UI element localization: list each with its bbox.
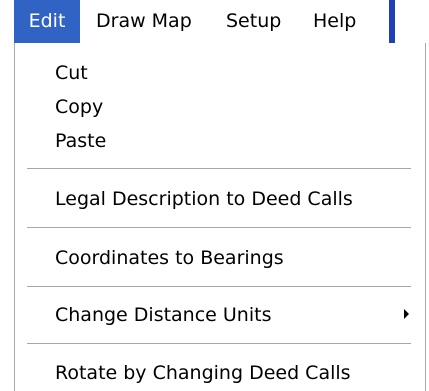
menu-item-paste[interactable]: Paste — [55, 127, 106, 155]
menu-item-rotate-by-changing-deed-calls[interactable]: Rotate by Changing Deed Calls — [55, 359, 351, 387]
menu-item-cut[interactable]: Cut — [55, 59, 88, 87]
menu-item-change-distance-units[interactable]: Change Distance Units — [55, 301, 271, 329]
menu-bar: Edit Draw Map Setup Help — [0, 0, 429, 43]
menu-item-legal-description[interactable]: Legal Description to Deed Calls — [55, 185, 353, 213]
menu-separator — [27, 343, 411, 345]
menu-edit[interactable]: Edit — [14, 0, 80, 43]
menu-separator — [27, 168, 411, 170]
menu-draw-map[interactable]: Draw Map — [96, 0, 192, 43]
menu-help[interactable]: Help — [313, 0, 356, 43]
menubar-edge — [389, 0, 395, 43]
menu-item-copy[interactable]: Copy — [55, 93, 103, 121]
chevron-right-icon — [404, 309, 409, 319]
edit-dropdown-menu: Cut Copy Paste Legal Description to Deed… — [14, 43, 426, 391]
menu-separator — [27, 227, 411, 229]
menu-separator — [27, 286, 411, 288]
menu-setup[interactable]: Setup — [226, 0, 281, 43]
menu-item-coordinates-to-bearings[interactable]: Coordinates to Bearings — [55, 244, 284, 272]
